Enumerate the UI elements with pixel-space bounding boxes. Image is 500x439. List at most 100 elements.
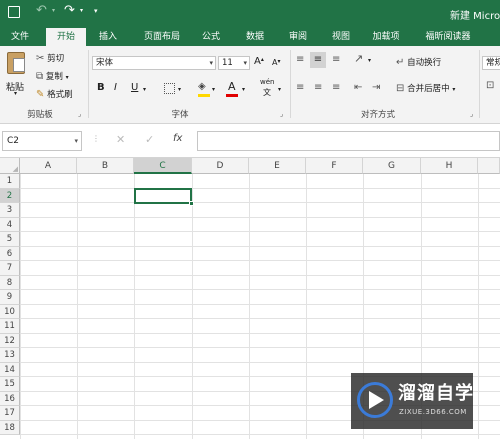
alignment-launcher-icon[interactable]: ⌟ bbox=[470, 110, 473, 118]
redo-icon[interactable]: ↷ bbox=[64, 3, 75, 18]
orientation-dropdown-icon[interactable]: ▾ bbox=[368, 57, 371, 64]
paste-button[interactable]: 粘贴 ▾ bbox=[4, 50, 30, 97]
column-header-d[interactable]: D bbox=[192, 158, 249, 174]
undo-dropdown-icon[interactable]: ▾ bbox=[52, 7, 55, 14]
column-header-a[interactable]: A bbox=[20, 158, 77, 174]
bold-button[interactable]: B bbox=[97, 82, 105, 93]
tab-addins[interactable]: 加载项 bbox=[366, 28, 406, 46]
column-header-g[interactable]: G bbox=[363, 158, 421, 174]
undo-icon[interactable]: ↶ bbox=[36, 3, 47, 18]
tab-data[interactable]: 数据 bbox=[240, 28, 270, 46]
formula-input[interactable] bbox=[197, 131, 500, 151]
row-header-11[interactable]: 11 bbox=[0, 319, 20, 334]
column-header-partial[interactable] bbox=[478, 158, 500, 174]
column-header-h[interactable]: H bbox=[421, 158, 478, 174]
group-divider bbox=[88, 50, 89, 118]
row-header-9[interactable]: 9 bbox=[0, 290, 20, 305]
border-icon[interactable] bbox=[164, 83, 175, 94]
grid-column-line bbox=[249, 174, 250, 439]
underline-button[interactable]: U bbox=[131, 82, 138, 93]
row-header-8[interactable]: 8 bbox=[0, 275, 20, 290]
font-group-label: 字体 bbox=[171, 110, 189, 120]
tab-home[interactable]: 开始 bbox=[46, 28, 86, 46]
grid-column-line bbox=[77, 174, 78, 439]
align-right-icon[interactable]: ≡ bbox=[332, 82, 340, 93]
row-header-5[interactable]: 5 bbox=[0, 232, 20, 247]
align-top-icon[interactable]: ≡ bbox=[296, 54, 304, 65]
wrap-text-button[interactable]: ↵ 自动换行 bbox=[396, 56, 441, 68]
row-header-13[interactable]: 13 bbox=[0, 348, 20, 363]
format-painter-button[interactable]: ✎ 格式刷 bbox=[36, 88, 73, 100]
cancel-icon[interactable]: ✕ bbox=[116, 133, 125, 146]
shrink-font-button[interactable]: A▾ bbox=[272, 58, 281, 67]
column-header-b[interactable]: B bbox=[77, 158, 134, 174]
column-header-c[interactable]: C bbox=[134, 158, 192, 174]
row-header-15[interactable]: 15 bbox=[0, 377, 20, 392]
decrease-indent-icon[interactable]: ⇤ bbox=[354, 82, 362, 93]
tab-view[interactable]: 视图 bbox=[326, 28, 356, 46]
phonetic-icon: 文 bbox=[263, 88, 271, 97]
italic-button[interactable]: I bbox=[114, 82, 117, 93]
phonetic-button[interactable]: wén bbox=[260, 78, 274, 86]
copy-dropdown-icon: ▾ bbox=[65, 74, 69, 81]
fill-color-icon[interactable]: ◈ bbox=[198, 81, 206, 92]
align-left-icon[interactable]: ≡ bbox=[296, 82, 304, 93]
tab-foxit-reader[interactable]: 福昕阅读器 bbox=[420, 28, 476, 46]
font-size-select[interactable]: 11 ▾ bbox=[218, 56, 250, 70]
tab-formulas[interactable]: 公式 bbox=[196, 28, 226, 46]
align-middle-icon[interactable]: ≡ bbox=[310, 52, 326, 68]
paste-page-icon bbox=[13, 58, 25, 72]
ribbon-tabs: 文件 开始 插入 页面布局 公式 数据 审阅 视图 加载项 福昕阅读器 bbox=[0, 28, 500, 46]
merge-center-button[interactable]: ⊟ 合并后居中 ▾ bbox=[396, 82, 455, 94]
border-dropdown-icon[interactable]: ▾ bbox=[178, 86, 181, 93]
cut-button[interactable]: ✂ 剪切 bbox=[36, 52, 64, 64]
column-header-f[interactable]: F bbox=[306, 158, 363, 174]
font-launcher-icon[interactable]: ⌟ bbox=[280, 110, 283, 118]
grow-font-button[interactable]: A▴ bbox=[254, 56, 264, 67]
tab-page-layout[interactable]: 页面布局 bbox=[138, 28, 186, 46]
row-header-1[interactable]: 1 bbox=[0, 174, 20, 189]
grid-row-line bbox=[20, 245, 500, 247]
clipboard-launcher-icon[interactable]: ⌟ bbox=[78, 110, 81, 118]
row-header-17[interactable]: 17 bbox=[0, 406, 20, 421]
font-name-select[interactable]: 宋体 ▾ bbox=[92, 56, 216, 70]
insert-function-icon[interactable]: fx bbox=[173, 133, 182, 144]
customize-qat-icon[interactable]: ▾ bbox=[94, 7, 98, 15]
font-color-dropdown-icon[interactable]: ▾ bbox=[242, 86, 245, 93]
orientation-icon[interactable]: ↗ bbox=[354, 52, 363, 65]
group-divider bbox=[290, 50, 291, 118]
row-header-12[interactable]: 12 bbox=[0, 333, 20, 348]
grid-column-line bbox=[192, 174, 193, 439]
row-header-16[interactable]: 16 bbox=[0, 391, 20, 406]
select-all-corner[interactable]: ◢ bbox=[0, 158, 20, 174]
row-header-10[interactable]: 10 bbox=[0, 304, 20, 319]
tab-file[interactable]: 文件 bbox=[6, 28, 34, 46]
name-box[interactable]: C2 ▾ bbox=[2, 131, 82, 151]
font-color-button[interactable]: A bbox=[228, 80, 236, 93]
fill-handle[interactable] bbox=[189, 201, 194, 206]
currency-icon[interactable]: ⊡ bbox=[486, 80, 494, 91]
copy-button[interactable]: ⧉ 复制 ▾ bbox=[36, 70, 69, 82]
row-header-7[interactable]: 7 bbox=[0, 261, 20, 276]
number-format-select[interactable]: 常规 bbox=[482, 56, 500, 70]
align-bottom-icon[interactable]: ≡ bbox=[332, 54, 340, 65]
fill-dropdown-icon[interactable]: ▾ bbox=[212, 86, 215, 93]
align-center-icon[interactable]: ≡ bbox=[314, 82, 322, 93]
selected-cell[interactable] bbox=[134, 188, 192, 204]
row-header-2[interactable]: 2 bbox=[0, 188, 20, 203]
tab-insert[interactable]: 插入 bbox=[93, 28, 123, 46]
phonetic-dropdown-icon[interactable]: ▾ bbox=[278, 86, 281, 93]
row-header-18[interactable]: 18 bbox=[0, 420, 20, 435]
column-header-e[interactable]: E bbox=[249, 158, 306, 174]
enter-icon[interactable]: ✓ bbox=[145, 133, 154, 146]
row-header-6[interactable]: 6 bbox=[0, 246, 20, 261]
grid-row-line bbox=[20, 260, 500, 261]
increase-indent-icon[interactable]: ⇥ bbox=[372, 82, 380, 93]
redo-dropdown-icon[interactable]: ▾ bbox=[80, 7, 83, 14]
row-header-3[interactable]: 3 bbox=[0, 203, 20, 218]
tab-review[interactable]: 审阅 bbox=[283, 28, 313, 46]
row-header-14[interactable]: 14 bbox=[0, 362, 20, 377]
underline-dropdown-icon[interactable]: ▾ bbox=[143, 86, 146, 93]
save-icon[interactable] bbox=[8, 6, 20, 18]
row-header-4[interactable]: 4 bbox=[0, 217, 20, 232]
